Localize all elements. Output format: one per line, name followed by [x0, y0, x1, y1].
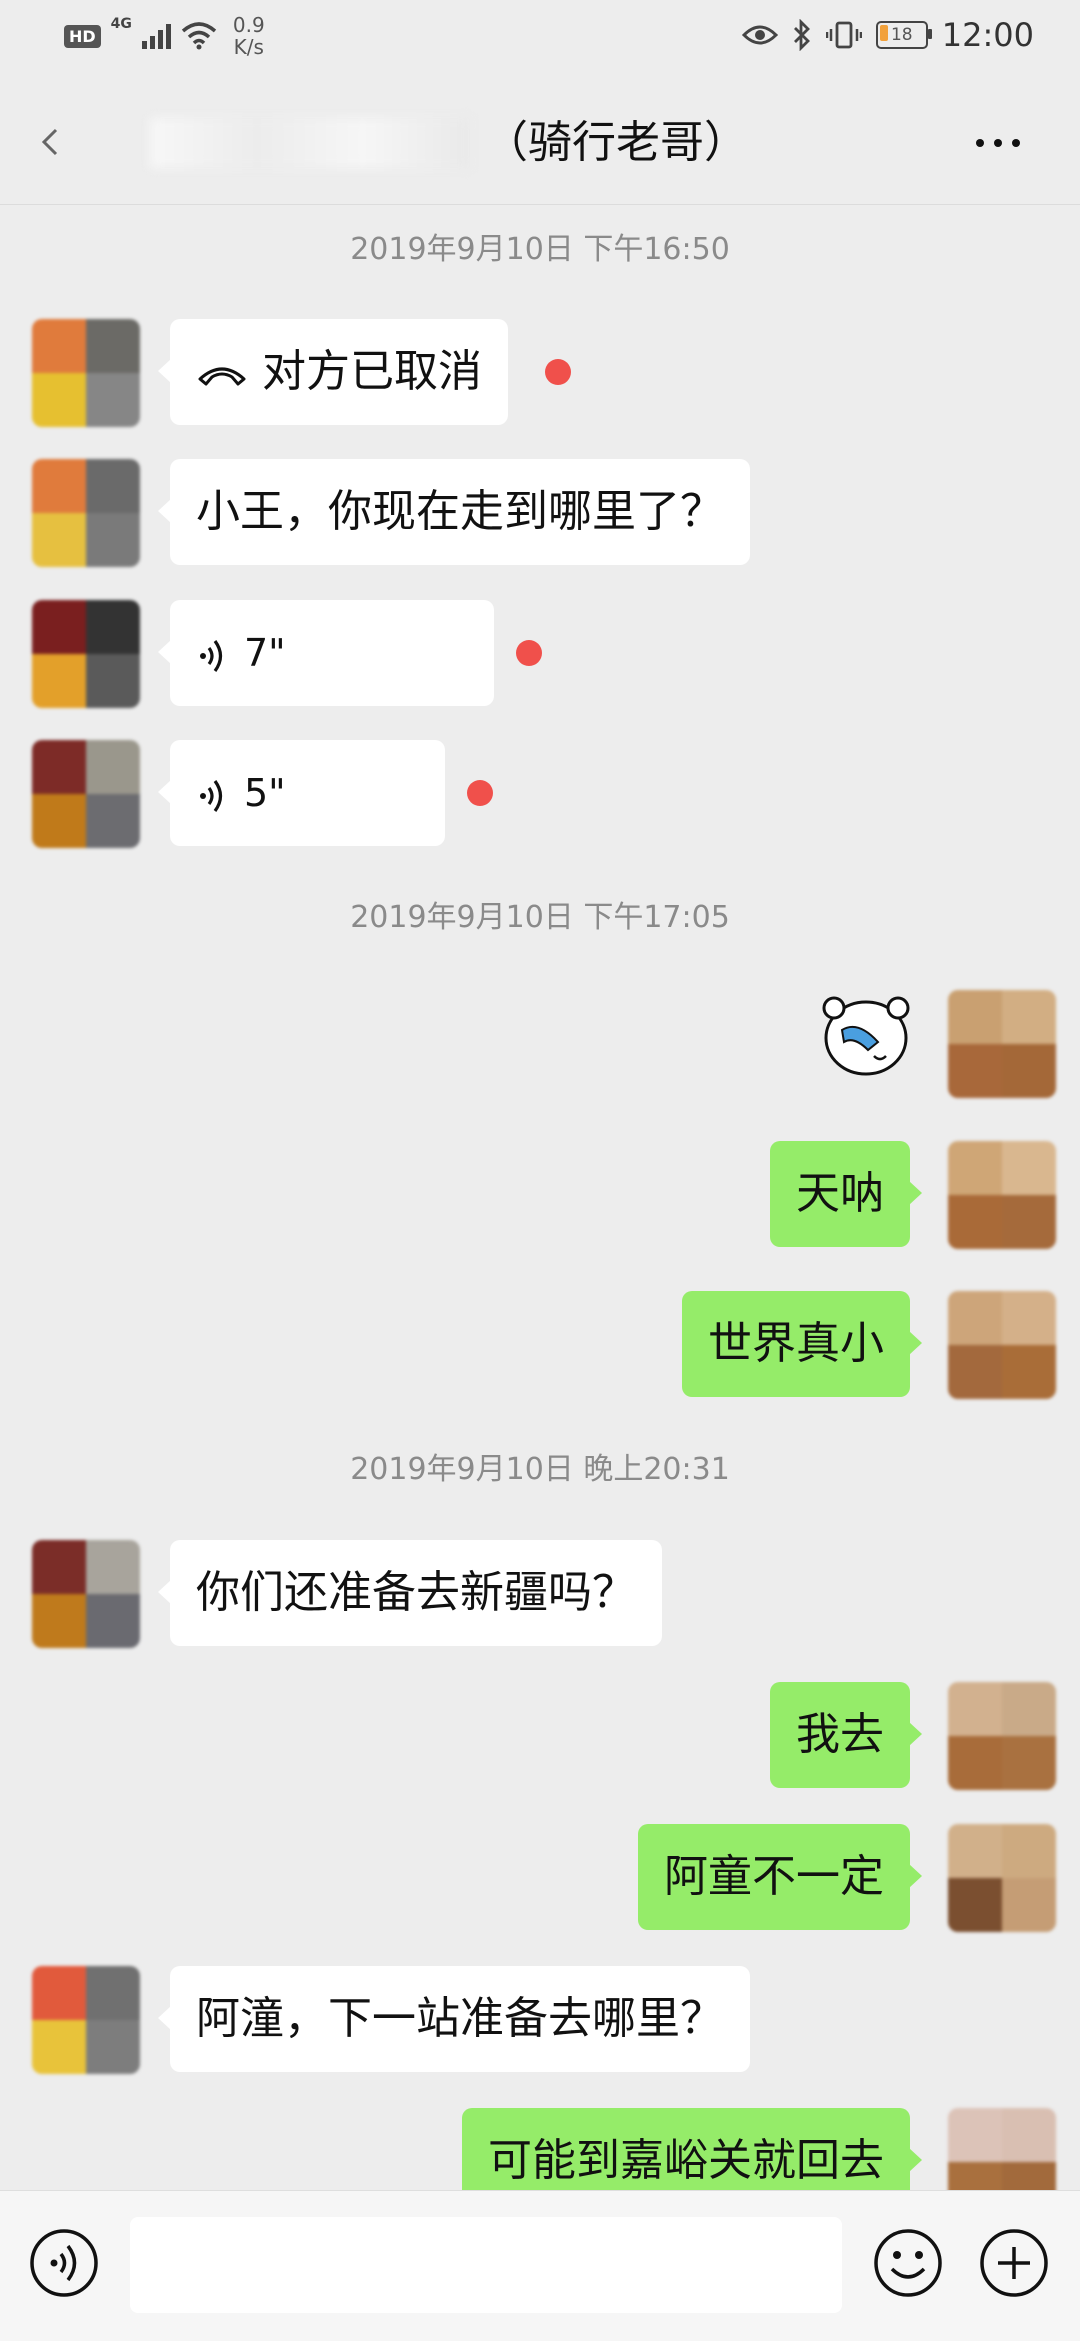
message-text: 阿童不一定	[664, 1851, 884, 1902]
contact-avatar[interactable]	[32, 459, 140, 567]
chevron-left-icon	[41, 128, 58, 156]
my-avatar[interactable]	[948, 2108, 1056, 2190]
message-bubble[interactable]: 阿潼，下一站准备去哪里？	[158, 1966, 750, 2072]
input-bar	[0, 2190, 1080, 2341]
more-dots-icon	[976, 139, 984, 147]
emoji-button[interactable]	[872, 2227, 944, 2299]
contact-name-redacted	[150, 118, 470, 168]
bluetooth-icon	[793, 19, 810, 51]
unread-dot	[516, 640, 542, 666]
my-avatar[interactable]	[948, 990, 1056, 1098]
voice-duration: 5"	[244, 771, 286, 815]
message-text: 世界真小	[708, 1318, 884, 1369]
contact-avatar[interactable]	[32, 1540, 140, 1648]
voice-message-bubble[interactable]: 7"	[158, 600, 494, 706]
unread-dot	[545, 359, 571, 385]
my-avatar[interactable]	[948, 1291, 1056, 1399]
timestamp: 2019年9月10日 下午17:05	[350, 900, 730, 935]
wifi-icon	[181, 22, 217, 50]
contact-avatar[interactable]	[32, 740, 140, 848]
signal-icon	[141, 23, 171, 49]
message-bubble[interactable]: 你们还准备去新疆吗？	[158, 1540, 662, 1646]
message-text: 天呐	[796, 1168, 884, 1219]
clock: 12:00	[941, 16, 1034, 54]
message-bubble[interactable]: 可能到嘉峪关就回去	[462, 2108, 922, 2190]
network-speed: 0.9 K/s	[233, 14, 265, 58]
bear-facepalm-sticker[interactable]	[818, 990, 914, 1080]
timestamp: 2019年9月10日 下午16:50	[350, 232, 730, 267]
my-avatar[interactable]	[948, 1682, 1056, 1790]
speed-unit: K/s	[233, 35, 264, 59]
my-avatar[interactable]	[948, 1141, 1056, 1249]
battery-level: 18	[890, 25, 913, 45]
contact-avatar[interactable]	[32, 600, 140, 708]
voice-duration: 7"	[244, 631, 286, 675]
back-button[interactable]	[28, 112, 78, 172]
message-text: 你们还准备去新疆吗？	[196, 1567, 636, 1618]
message-bubble[interactable]: 天呐	[770, 1141, 922, 1247]
chat-area[interactable]: 2019年9月10日 下午16:50 对方已取消 小王，你现在走到哪里了？ 7"	[0, 205, 1080, 2190]
chat-title: （骑行老哥）	[484, 117, 748, 168]
hd-badge: HD	[64, 24, 101, 48]
message-bubble[interactable]: 对方已取消	[158, 319, 508, 425]
message-bubble[interactable]: 我去	[770, 1682, 922, 1788]
message-text: 小王，你现在走到哪里了？	[196, 486, 724, 537]
plus-button[interactable]	[978, 2227, 1050, 2299]
message-bubble[interactable]: 小王，你现在走到哪里了？	[158, 459, 750, 565]
unread-dot	[467, 780, 493, 806]
eye-icon	[741, 25, 778, 45]
chat-header: （骑行老哥）	[0, 76, 1080, 205]
contact-avatar[interactable]	[32, 1966, 140, 2074]
message-input[interactable]	[130, 2217, 842, 2313]
voice-wave-icon	[200, 779, 223, 812]
message-text: 对方已取消	[262, 346, 482, 397]
message-bubble[interactable]: 世界真小	[682, 1291, 922, 1397]
voice-mode-button[interactable]	[28, 2227, 100, 2299]
message-text: 阿潼，下一站准备去哪里？	[196, 1993, 724, 2044]
phone-hangup-icon	[198, 367, 246, 386]
more-button[interactable]	[976, 128, 1036, 158]
message-text: 我去	[796, 1709, 884, 1760]
my-avatar[interactable]	[948, 1824, 1056, 1932]
speed-value: 0.9	[232, 13, 265, 37]
message-bubble[interactable]: 阿童不一定	[638, 1824, 922, 1930]
vibrate-icon	[825, 21, 862, 49]
timestamp: 2019年9月10日 晚上20:31	[350, 1452, 730, 1487]
battery-icon: 18	[875, 21, 932, 49]
voice-message-bubble[interactable]: 5"	[158, 740, 445, 846]
message-text: 可能到嘉峪关就回去	[488, 2135, 884, 2186]
voice-wave-icon	[200, 639, 223, 672]
status-bar: HD 4G 0.9 K/s 18 12:00	[0, 0, 1080, 76]
network-type: 4G	[110, 16, 132, 32]
contact-avatar[interactable]	[32, 319, 140, 427]
